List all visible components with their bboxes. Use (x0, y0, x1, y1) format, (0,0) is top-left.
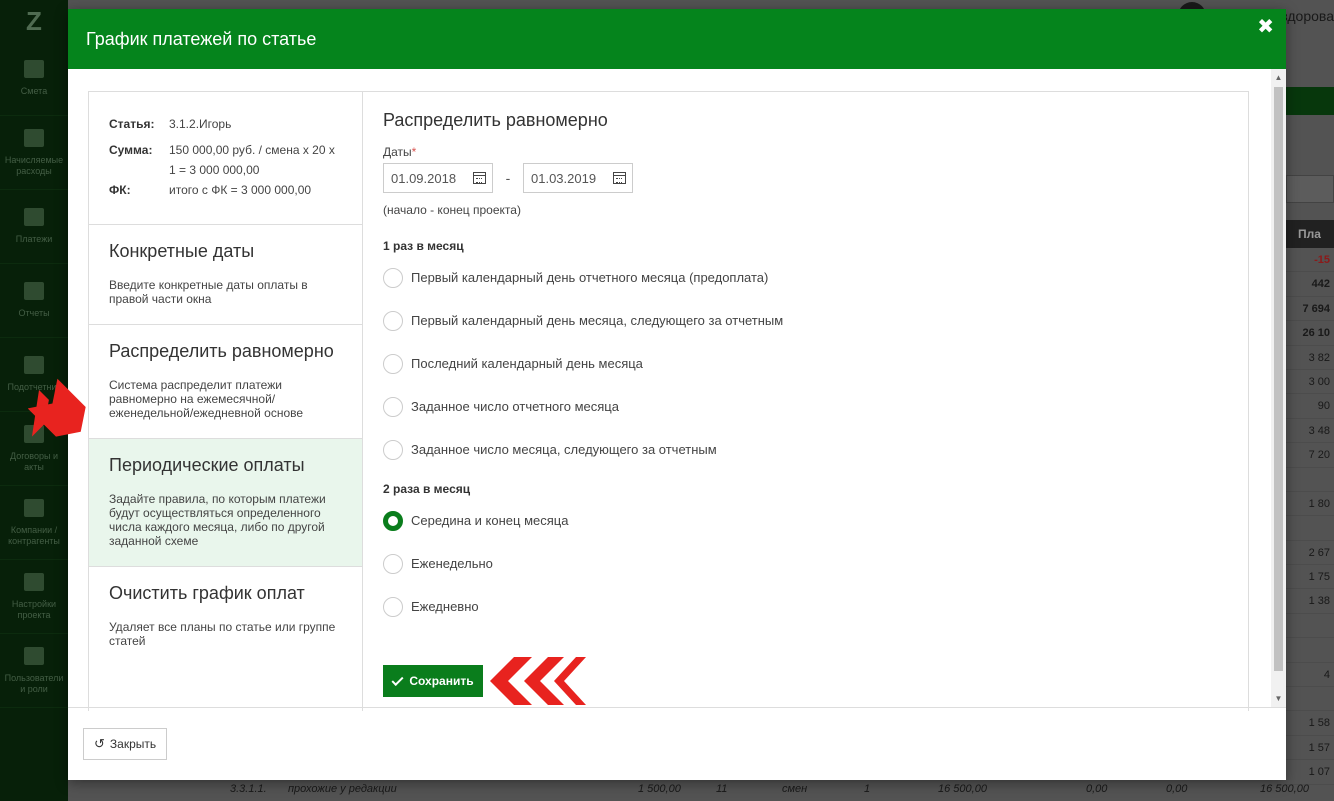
radio-label: Первый календарный день отчетного месяца… (411, 270, 769, 285)
radio-unchecked-icon[interactable] (383, 396, 403, 417)
option-distribute-evenly[interactable]: Распределить равномерно Система распреде… (89, 325, 362, 439)
group-twice-monthly: Середина и конец месяца Еженедельно Ежедне… (383, 499, 1228, 628)
section-title: Распределить равномерно (383, 110, 608, 130)
radio-option[interactable]: Первый календарный день месяца, следующе… (383, 299, 1228, 342)
radio-unchecked-icon[interactable] (383, 267, 403, 288)
content-box: Статья: 3.1.2.Игорь Сумма: 150 000,00 ру… (88, 91, 1249, 711)
radio-unchecked-icon[interactable] (383, 353, 403, 374)
radio-label: Ежедневно (411, 599, 479, 614)
sum-value: 150 000,00 руб. / смена x 20 x 1 = 3 000… (169, 143, 335, 177)
option-desc: Введите конкретные даты оплаты в правой … (109, 278, 308, 306)
modal-title: График платежей по статье (86, 28, 317, 49)
date-from-field[interactable]: 01.09.2018 (383, 163, 493, 193)
scroll-thumb[interactable] (1274, 87, 1283, 671)
close-icon[interactable]: ✖ (1257, 17, 1274, 37)
scroll-down-icon[interactable]: ▼ (1271, 690, 1286, 707)
article-label: Статья: (109, 117, 155, 131)
close-button[interactable]: ↺ Закрыть (83, 728, 168, 760)
radio-unchecked-icon[interactable] (383, 553, 403, 574)
radio-option[interactable]: Первый календарный день отчетного месяца… (383, 256, 1228, 299)
required-mark: * (411, 145, 417, 159)
red-arrow-marker-left (28, 378, 86, 437)
dates-label: Даты* (383, 145, 1228, 159)
option-desc: Задайте правила, по которым платежи буду… (109, 492, 326, 548)
payment-schedule-modal: График платежей по статье ✖ Статья: 3.1.… (68, 9, 1286, 780)
radio-option[interactable]: Заданное число месяца, следующего за отч… (383, 428, 1228, 471)
radio-label: Заданное число отчетного месяца (411, 399, 619, 414)
modal-header: График платежей по статье ✖ (68, 9, 1286, 69)
radio-checked-icon[interactable] (383, 510, 403, 531)
date-from-value: 01.09.2018 (391, 170, 457, 186)
date-to-value: 01.03.2019 (531, 170, 597, 186)
radio-option[interactable]: Последний календарный день месяца (383, 342, 1228, 385)
date-range: 01.09.2018 - 01.03.2019 (383, 163, 1228, 193)
radio-option[interactable]: Середина и конец месяца (383, 499, 1228, 542)
option-title: Периодические оплаты (109, 455, 305, 475)
article-info: Статья: 3.1.2.Игорь Сумма: 150 000,00 ру… (89, 92, 362, 225)
radio-label: Последний календарный день месяца (411, 356, 643, 371)
options-column: Статья: 3.1.2.Игорь Сумма: 150 000,00 ру… (89, 92, 363, 711)
close-label: Закрыть (109, 737, 157, 751)
date-separator: - (505, 170, 511, 186)
sum-label: Сумма: (109, 143, 153, 157)
red-arrow-marker-save (490, 657, 586, 705)
option-desc: Удаляет все планы по статье или группе с… (109, 620, 336, 648)
form-column: Распределить равномерно Даты* 01.09.2018… (363, 92, 1248, 711)
radio-unchecked-icon[interactable] (383, 596, 403, 617)
radio-option[interactable]: Ежедневно (383, 585, 1228, 628)
group-twice-monthly-title: 2 раза в месяц (383, 482, 471, 496)
radio-option[interactable]: Заданное число отчетного месяца (383, 385, 1228, 428)
scroll-up-icon[interactable]: ▲ (1271, 69, 1286, 86)
modal-scrollbar[interactable]: ▲ ▼ (1271, 69, 1286, 707)
option-desc: Система распределит платежи равномерно н… (109, 378, 304, 420)
radio-label: Заданное число месяца, следующего за отч… (411, 442, 717, 457)
dates-label-text: Даты (383, 145, 412, 159)
dates-hint: (начало - конец проекта) (383, 203, 521, 217)
radio-unchecked-icon[interactable] (383, 439, 403, 460)
check-icon (391, 673, 404, 686)
undo-icon: ↺ (94, 736, 105, 751)
radio-label: Середина и конец месяца (411, 513, 569, 528)
article-value: 3.1.2.Игорь (169, 117, 232, 131)
option-clear-schedule[interactable]: Очистить график оплат Удаляет все планы … (89, 567, 362, 666)
option-title: Конкретные даты (109, 241, 255, 261)
modal-body: Статья: 3.1.2.Игорь Сумма: 150 000,00 ру… (68, 69, 1286, 711)
radio-label: Еженедельно (411, 556, 493, 571)
save-label: Сохранить (409, 674, 474, 688)
radio-unchecked-icon[interactable] (383, 310, 403, 331)
group-once-monthly: Первый календарный день отчетного месяца… (383, 256, 1228, 471)
option-periodic-payments[interactable]: Периодические оплаты Задайте правила, по… (89, 439, 362, 567)
calendar-icon[interactable] (613, 172, 626, 184)
modal-footer: ↺ Закрыть (68, 707, 1286, 780)
option-title: Распределить равномерно (109, 341, 334, 361)
group-once-monthly-title: 1 раз в месяц (383, 239, 464, 253)
fk-label: ФК: (109, 183, 131, 197)
radio-option[interactable]: Еженедельно (383, 542, 1228, 585)
date-to-field[interactable]: 01.03.2019 (523, 163, 633, 193)
fk-value: итого с ФК = 3 000 000,00 (169, 183, 312, 197)
option-specific-dates[interactable]: Конкретные даты Введите конкретные даты … (89, 225, 362, 325)
save-button[interactable]: Сохранить (383, 665, 483, 697)
option-title: Очистить график оплат (109, 583, 305, 603)
calendar-icon[interactable] (473, 172, 486, 184)
radio-label: Первый календарный день месяца, следующе… (411, 313, 784, 328)
